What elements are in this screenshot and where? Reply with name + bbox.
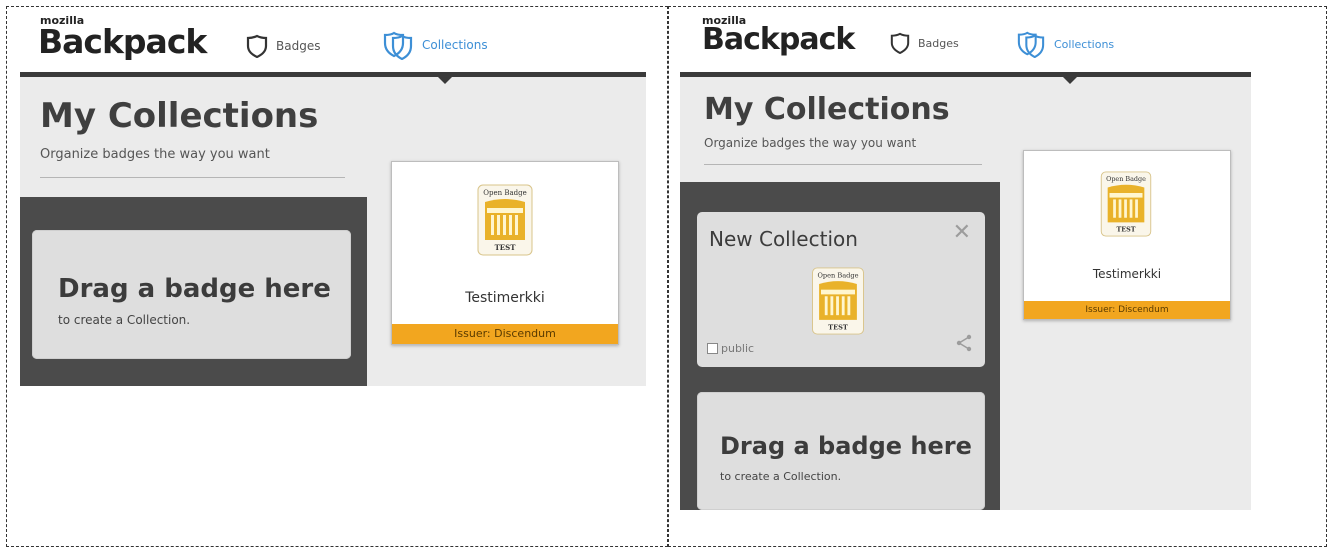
nav-collections-label: Collections bbox=[1054, 37, 1115, 51]
open-badge-image[interactable]: Open Badge TEST bbox=[810, 267, 866, 335]
active-tab-indicator bbox=[438, 77, 452, 84]
page-subtitle: Organize badges the way you want bbox=[704, 136, 917, 150]
new-collection-dropzone[interactable]: Drag a badge here to create a Collection… bbox=[697, 392, 985, 510]
logo-backpack[interactable]: Backpack bbox=[38, 22, 207, 61]
collections-shield-icon bbox=[383, 31, 413, 60]
header-bar bbox=[680, 72, 1251, 77]
frame-divider bbox=[667, 6, 668, 547]
public-checkbox[interactable] bbox=[707, 343, 718, 354]
badge-card[interactable]: Open Badge TEST Testimerkki Issuer: Disc… bbox=[1023, 150, 1231, 320]
header-bar bbox=[20, 72, 646, 77]
svg-text:Open Badge: Open Badge bbox=[1106, 175, 1146, 183]
collections-shield-icon bbox=[1017, 31, 1045, 58]
svg-text:TEST: TEST bbox=[495, 243, 517, 252]
badge-issuer: Issuer: Discendum bbox=[392, 324, 618, 344]
svg-text:TEST: TEST bbox=[1116, 226, 1135, 234]
nav-badges-label: Badges bbox=[276, 39, 321, 53]
badge-name: Testimerkki bbox=[1092, 267, 1162, 281]
new-collection-dropzone[interactable]: Drag a badge here to create a Collection… bbox=[32, 230, 351, 359]
dropzone-title: Drag a badge here bbox=[58, 274, 331, 304]
badge-name: Testimerkki bbox=[465, 290, 545, 306]
active-tab-indicator bbox=[1063, 77, 1077, 84]
close-icon[interactable]: ✕ bbox=[953, 222, 971, 244]
title-divider bbox=[704, 164, 982, 165]
dropzone-subtitle: to create a Collection. bbox=[58, 313, 191, 327]
nav-collections-label: Collections bbox=[422, 38, 488, 52]
page-subtitle: Organize badges the way you want bbox=[40, 147, 270, 162]
dropzone-title: Drag a badge here bbox=[720, 432, 972, 460]
page-title: My Collections bbox=[704, 92, 950, 127]
public-toggle[interactable]: public bbox=[707, 342, 754, 355]
backpack-page-with-collection: mozilla Backpack Badges Collections My C… bbox=[680, 10, 1251, 510]
badge-card[interactable]: Open Badge TEST Testimerkki Issuer: Disc… bbox=[391, 161, 619, 345]
public-label: public bbox=[721, 342, 755, 355]
nav-badges-label: Badges bbox=[918, 36, 959, 50]
logo-backpack[interactable]: Backpack bbox=[702, 22, 855, 57]
nav-badges[interactable]: Badges bbox=[890, 32, 959, 54]
share-icon[interactable] bbox=[955, 334, 973, 352]
header: mozilla Backpack Badges Collections bbox=[20, 10, 646, 72]
collections-panel: New Collection ✕ Open Badge TEST public bbox=[680, 182, 1000, 510]
svg-text:Open Badge: Open Badge bbox=[483, 189, 527, 197]
page-title: My Collections bbox=[40, 96, 319, 136]
badge-issuer: Issuer: Discendum bbox=[1024, 301, 1230, 319]
header: mozilla Backpack Badges Collections bbox=[680, 10, 1251, 72]
backpack-page-empty: mozilla Backpack Badges Collections My C… bbox=[20, 10, 646, 386]
collections-panel: Drag a badge here to create a Collection… bbox=[20, 197, 367, 386]
svg-text:TEST: TEST bbox=[828, 323, 848, 331]
open-badge-image: Open Badge TEST bbox=[477, 184, 533, 256]
title-divider bbox=[40, 177, 345, 178]
nav-collections[interactable]: Collections bbox=[1016, 30, 1114, 58]
shield-icon bbox=[246, 34, 268, 58]
nav-collections[interactable]: Collections bbox=[382, 30, 488, 60]
svg-text:Open Badge: Open Badge bbox=[817, 271, 858, 279]
dropzone-subtitle: to create a Collection. bbox=[720, 470, 842, 483]
open-badge-image: Open Badge TEST bbox=[1100, 171, 1152, 237]
nav-badges[interactable]: Badges bbox=[246, 34, 320, 58]
shield-icon bbox=[890, 32, 910, 54]
collection-title[interactable]: New Collection bbox=[709, 227, 858, 251]
collection-card[interactable]: New Collection ✕ Open Badge TEST public bbox=[697, 212, 985, 367]
